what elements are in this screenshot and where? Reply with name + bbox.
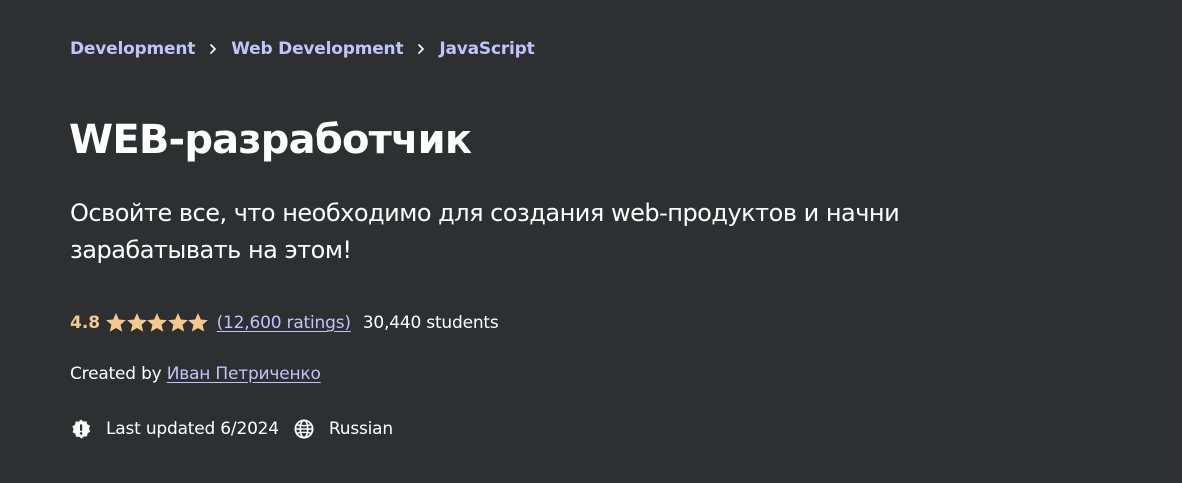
rating-row: 4.8 (12,600 ratings) 30,440 students <box>70 310 499 336</box>
star-icon <box>167 313 188 332</box>
alert-badge-icon <box>70 418 92 440</box>
course-language: Russian <box>328 419 393 439</box>
star-icon <box>147 313 167 332</box>
created-by-label: Created by <box>70 364 167 384</box>
breadcrumb: Development Web Development JavaScript <box>70 37 535 61</box>
breadcrumb-development[interactable]: Development <box>70 39 195 59</box>
students-count: 30,440 students <box>362 313 499 333</box>
created-by-row: Created by Иван Петриченко <box>70 364 321 384</box>
star-icon <box>188 313 208 332</box>
globe-icon <box>293 418 315 440</box>
chevron-right-icon <box>403 41 439 57</box>
breadcrumb-javascript[interactable]: JavaScript <box>439 39 534 59</box>
star-icon <box>126 313 147 332</box>
last-updated: Last updated 6/2024 <box>106 419 279 439</box>
course-meta-row: Last updated 6/2024 Russian <box>70 416 393 442</box>
course-subtitle: Освойте все, что необходимо для создания… <box>70 199 900 264</box>
instructor-link[interactable]: Иван Петриченко <box>167 364 321 384</box>
course-header: Development Web Development JavaScript W… <box>0 0 1182 483</box>
breadcrumb-web-development[interactable]: Web Development <box>231 39 403 59</box>
star-icon <box>106 313 126 332</box>
rating-value: 4.8 <box>70 313 101 333</box>
ratings-count-link[interactable]: (12,600 ratings) <box>217 313 351 333</box>
course-title: WEB-разработчик <box>69 117 472 163</box>
star-rating <box>106 313 209 333</box>
chevron-right-icon <box>195 41 231 57</box>
